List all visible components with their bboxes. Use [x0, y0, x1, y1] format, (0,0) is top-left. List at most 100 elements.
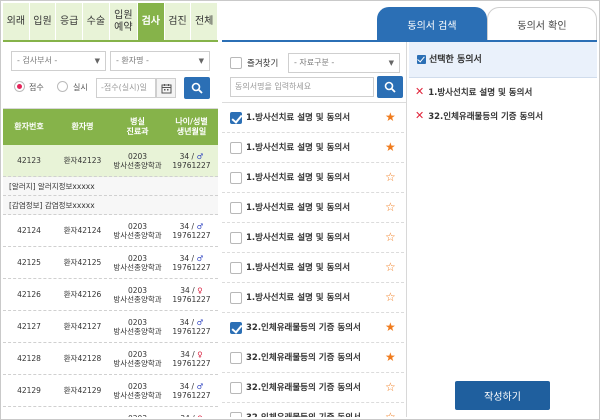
- table-row[interactable]: 42126 환자42126 0203 방사선종양학과 34 / ♀ 19761227: [3, 279, 218, 311]
- tab-admission-reservation[interactable]: 입원 예약: [109, 3, 137, 40]
- radio-receipt[interactable]: [14, 81, 25, 92]
- dept-select-value: - 검사부서 -: [17, 56, 58, 65]
- patient-table: 환자번호 환자명 병실 진료과 나이/성별 생년월일 42123 환자42123…: [3, 108, 218, 417]
- table-row[interactable]: 42130환자421300203방사선종양학과34 / ♀19761227: [3, 407, 218, 417]
- star-filled-icon[interactable]: ★: [385, 111, 396, 123]
- cell-age: 34 /: [179, 253, 195, 263]
- cell-age-sex: 34 / ♀19761227: [165, 343, 218, 374]
- consent-checkbox[interactable]: [230, 382, 242, 394]
- consent-search-button[interactable]: [377, 76, 403, 98]
- table-row[interactable]: 42124 환자42124 0203 방사선종양학과 34 / ♂ 19761227: [3, 215, 218, 247]
- tab-inpatient[interactable]: 입원: [29, 3, 56, 40]
- star-outline-icon[interactable]: ☆: [385, 381, 396, 393]
- tab-emergency[interactable]: 응급: [56, 3, 83, 40]
- male-icon: ♂: [194, 221, 204, 231]
- cell-patient-no: 42129: [17, 386, 41, 395]
- consent-list-item[interactable]: 32.인체유래물등의 기증 동의서 ☆: [222, 373, 404, 403]
- radio-exec-label: 실시: [73, 83, 88, 92]
- consent-search-input[interactable]: 동의서명을 입력하세요: [230, 77, 374, 97]
- tab-consent-search[interactable]: 동의서 검색: [377, 7, 487, 41]
- consent-checkbox[interactable]: [230, 172, 242, 184]
- consent-checkbox[interactable]: [230, 322, 242, 334]
- tab-exam[interactable]: 검사: [137, 3, 164, 40]
- table-row[interactable]: 42129 환자42129 0203 방사선종양학과 34 / ♂ 19761227: [3, 375, 218, 407]
- col-ward-dept: 병실 진료과: [126, 117, 149, 136]
- cell-ward: 0203: [127, 381, 148, 391]
- cell-age-sex: 34 / ♂ 19761227: [165, 215, 218, 246]
- table-row[interactable]: 42127 환자42127 0203 방사선종양학과 34 / ♂ 19761227: [3, 311, 218, 343]
- star-outline-icon[interactable]: ☆: [385, 231, 396, 243]
- consent-list-item[interactable]: 1.방사선치료 설명 및 동의서 ☆: [222, 223, 404, 253]
- consent-list-item[interactable]: 1.방사선치료 설명 및 동의서 ☆: [222, 253, 404, 283]
- consent-checkbox[interactable]: [230, 292, 242, 304]
- dept-select[interactable]: - 검사부서 - ▼: [11, 51, 106, 71]
- table-row[interactable]: 42128 환자42128 0203 방사선종양학과 34 / ♀ 19761227: [3, 343, 218, 375]
- write-button[interactable]: 작성하기: [455, 381, 550, 410]
- star-outline-icon[interactable]: ☆: [385, 291, 396, 303]
- consent-list-item[interactable]: 32.인체유래물등의 기증 동의서 ★: [222, 313, 404, 343]
- consent-list-item[interactable]: 1.방사선치료 설명 및 동의서 ☆: [222, 193, 404, 223]
- consent-tabs: 동의서 검색 동의서 확인: [377, 7, 597, 41]
- consent-checkbox[interactable]: [230, 352, 242, 364]
- consent-checkbox[interactable]: [230, 412, 242, 417]
- tab-outpatient[interactable]: 외래: [3, 3, 29, 40]
- cell-ward: 0203: [127, 221, 148, 231]
- cell-ward-dept: 0203방사선종양학과: [110, 407, 165, 418]
- consent-checkbox[interactable]: [230, 142, 242, 154]
- male-icon: ♂: [194, 253, 204, 263]
- consent-list-item[interactable]: 32.인체유래물등의 기증 동의서 ☆: [222, 403, 404, 417]
- remove-icon[interactable]: ✕: [415, 85, 424, 98]
- consent-checkbox[interactable]: [230, 262, 242, 274]
- star-filled-icon[interactable]: ★: [385, 351, 396, 363]
- cell-patient-name: 환자42130: [55, 407, 110, 417]
- tab-consent-confirm[interactable]: 동의서 확인: [487, 7, 597, 41]
- tab-all[interactable]: 전체: [191, 3, 217, 40]
- consent-list-item[interactable]: 1.방사선치료 설명 및 동의서 ★: [222, 103, 404, 133]
- favorites-checkbox[interactable]: [230, 57, 242, 69]
- cell-ward-dept: 0203방사선종양학과: [110, 343, 165, 374]
- tab-surgery[interactable]: 수술: [83, 3, 109, 40]
- star-filled-icon[interactable]: ★: [385, 141, 396, 153]
- category-select[interactable]: - 자료구분 - ▼: [288, 53, 400, 73]
- star-filled-icon[interactable]: ★: [385, 321, 396, 333]
- col-patient-no: 환자번호: [14, 122, 44, 131]
- consent-list-item[interactable]: 1.방사선치료 설명 및 동의서 ★: [222, 133, 404, 163]
- cell-dept: 방사선종양학과: [113, 358, 162, 368]
- consent-list-item[interactable]: 32.인체유래물등의 기증 동의서 ★: [222, 343, 404, 373]
- tab-checkup[interactable]: 검진: [164, 3, 191, 40]
- cell-ward: 0203: [128, 414, 147, 418]
- cell-patient-name: 환자42126: [63, 290, 102, 299]
- male-icon: ♂: [194, 151, 204, 161]
- cell-age-sex: 34 / ♀19761227: [165, 407, 218, 418]
- star-outline-icon[interactable]: ☆: [385, 261, 396, 273]
- star-outline-icon[interactable]: ☆: [385, 411, 396, 417]
- consent-list-panel: 즐겨찾기 - 자료구분 - ▼ 동의서명을 입력하세요 1.방사선치료 설명 및…: [222, 42, 407, 417]
- consent-item-label: 1.방사선치료 설명 및 동의서: [246, 233, 351, 243]
- patient-search-button[interactable]: [184, 77, 210, 99]
- chevron-down-icon: ▼: [198, 57, 204, 65]
- star-outline-icon[interactable]: ☆: [385, 171, 396, 183]
- consent-checkbox[interactable]: [230, 202, 242, 214]
- visit-type-tabs: 외래 입원 응급 수술 입원 예약 검사 검진 전체: [3, 3, 218, 40]
- calendar-button[interactable]: [156, 78, 176, 98]
- female-icon: ♀: [194, 285, 203, 295]
- radio-exec[interactable]: [57, 81, 68, 92]
- cell-ward-dept: 0203 방사선종양학과: [110, 145, 165, 176]
- consent-checkbox[interactable]: [230, 232, 242, 244]
- table-row-selected[interactable]: 42123 환자42123 0203 방사선종양학과 34 / ♂ 197612…: [3, 145, 218, 177]
- consent-list-item[interactable]: 1.방사선치료 설명 및 동의서 ☆: [222, 163, 404, 193]
- patient-select[interactable]: - 환자명 - ▼: [110, 51, 210, 71]
- calendar-icon: [161, 83, 171, 93]
- consent-checkbox[interactable]: [230, 112, 242, 124]
- cell-patient-no: 42130: [3, 407, 55, 417]
- star-outline-icon[interactable]: ☆: [385, 201, 396, 213]
- cell-dept: 방사선종양학과: [113, 390, 162, 400]
- table-row[interactable]: 42125 환자42125 0203 방사선종양학과 34 / ♂ 19761227: [3, 247, 218, 279]
- cell-birth: 19761227: [172, 326, 211, 336]
- consent-list-item[interactable]: 1.방사선치료 설명 및 동의서 ☆: [222, 283, 404, 313]
- cell-birth: 19761227: [172, 262, 211, 272]
- date-field[interactable]: -접수(실시)일: [96, 78, 156, 98]
- selected-consent-header: 선택한 동의서: [409, 42, 597, 78]
- consent-item-label: 1.방사선치료 설명 및 동의서: [246, 293, 351, 303]
- remove-icon[interactable]: ✕: [415, 109, 424, 122]
